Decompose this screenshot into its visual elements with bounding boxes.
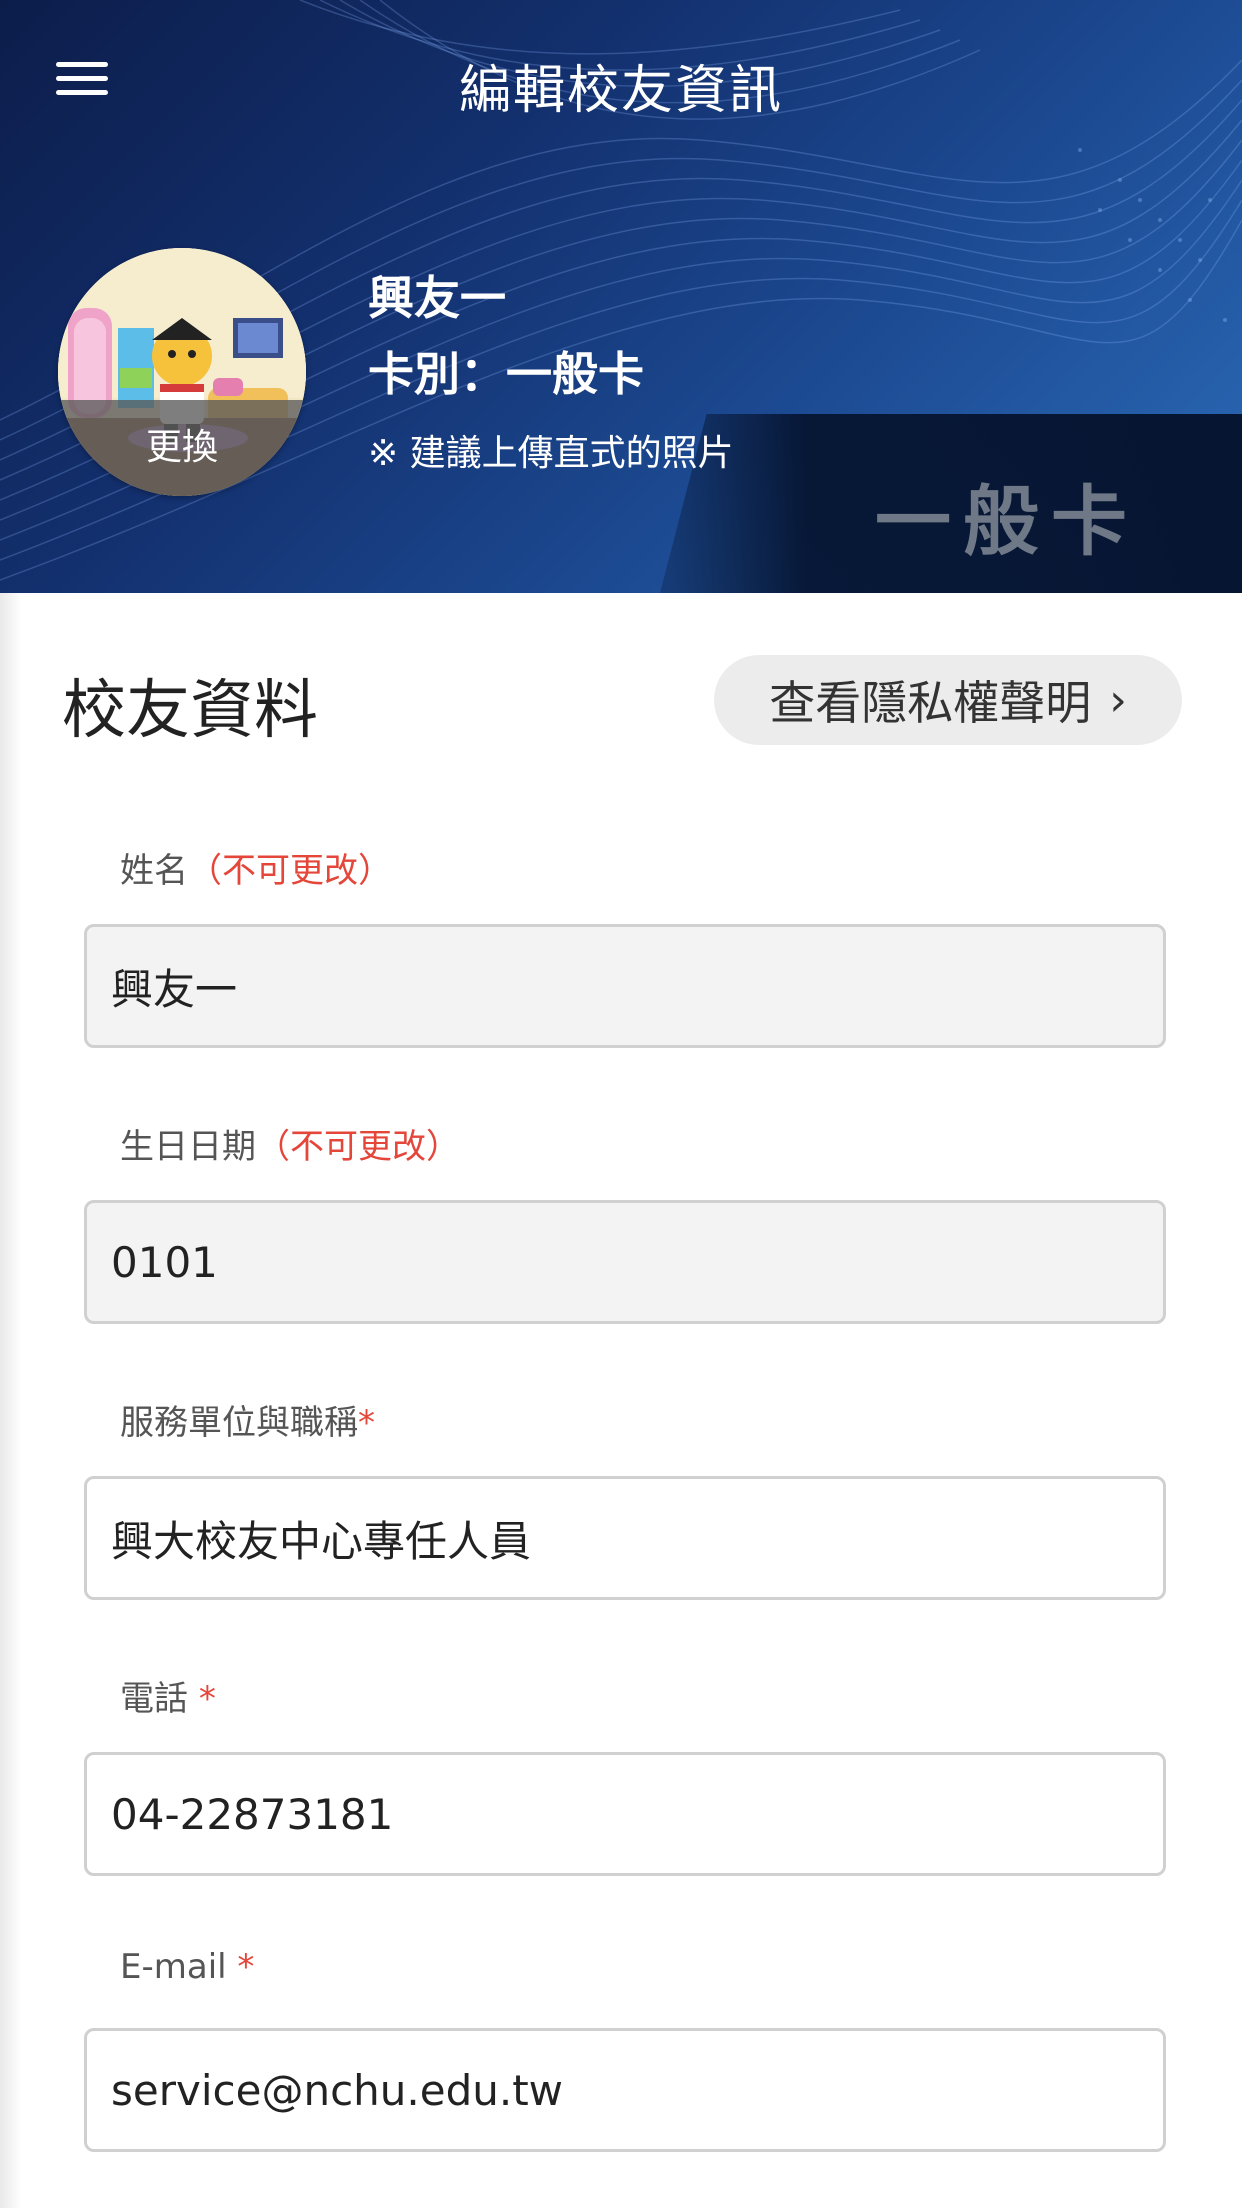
required-asterisk: * — [237, 1947, 255, 1987]
avatar[interactable]: 更換 — [58, 248, 306, 496]
name-label: 姓名（不可更改） — [120, 851, 392, 891]
privacy-button-label: 查看隱私權聲明 — [769, 676, 1092, 730]
required-asterisk: * — [358, 1403, 375, 1443]
phone-field[interactable] — [84, 1752, 1166, 1876]
card-tag-label: 一般卡 — [875, 477, 1139, 566]
alumni-form: 校友資料 查看隱私權聲明 › 姓名（不可更改） 生日日期（不可更改） 服務單位與… — [0, 593, 1242, 2208]
profile-header: 編輯校友資訊 一般卡 更換 興友一 卡別：一般卡 ※ 建議上傳直式的照片 — [0, 0, 1242, 593]
chevron-right-icon: › — [1109, 674, 1127, 726]
change-avatar-label[interactable]: 更換 — [58, 400, 306, 496]
organization-title-field[interactable] — [84, 1476, 1166, 1600]
name-field[interactable] — [84, 924, 1166, 1048]
readonly-note: （不可更改） — [256, 1127, 460, 1167]
required-asterisk: * — [198, 1679, 216, 1719]
privacy-statement-button[interactable]: 查看隱私權聲明 › — [714, 655, 1182, 745]
birthday-field[interactable] — [84, 1200, 1166, 1324]
email-field[interactable] — [84, 2028, 1166, 2152]
profile-name: 興友一 — [368, 271, 506, 325]
left-edge-shade — [0, 593, 22, 2208]
readonly-note: （不可更改） — [188, 851, 392, 891]
phone-label: 電話 * — [120, 1679, 216, 1719]
birthday-label: 生日日期（不可更改） — [120, 1127, 460, 1167]
profile-card-type: 卡別：一般卡 — [368, 347, 644, 401]
page-title: 編輯校友資訊 — [458, 61, 783, 121]
organization-title-label: 服務單位與職稱* — [120, 1403, 375, 1443]
upload-hint: ※ 建議上傳直式的照片 — [368, 433, 734, 474]
email-label: E-mail * — [120, 1947, 255, 1987]
section-title: 校友資料 — [62, 674, 318, 748]
